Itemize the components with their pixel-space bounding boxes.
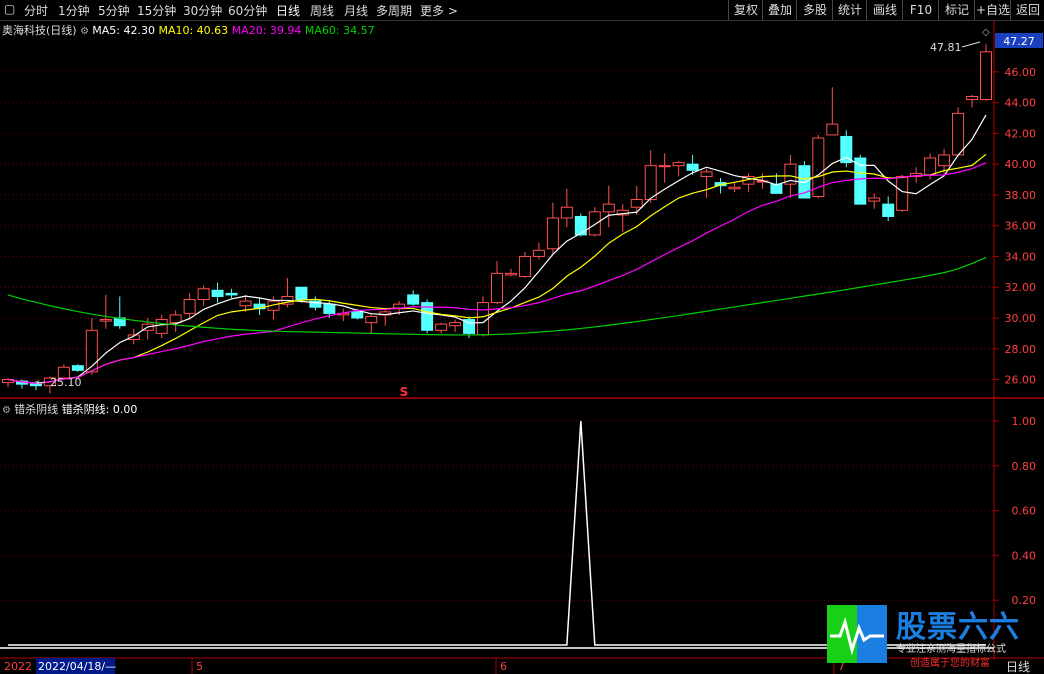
candle-up xyxy=(700,171,713,177)
watermark-line2: 创造属于您的财富 xyxy=(910,658,990,669)
candle-up xyxy=(602,203,615,213)
watermark-logo: 股票六六 专业注亲测海量指标公式 创造属于您的财富 xyxy=(826,604,1044,669)
price-tag-label: 47.27 xyxy=(1003,35,1035,48)
candle-up xyxy=(728,186,741,190)
price-tick-label: 28.00 xyxy=(1005,343,1037,356)
date-label: 6 xyxy=(500,660,507,673)
candle-down xyxy=(295,286,308,301)
price-tick-label: 34.00 xyxy=(1005,250,1037,263)
candle-up xyxy=(826,123,839,136)
candle-up xyxy=(197,288,210,301)
kline-chart[interactable]: 46.00 44.00 42.00 40.00 38.00 36.00 34.00 32.00… xyxy=(0,0,1044,674)
logo-icon xyxy=(827,605,887,663)
candle-up xyxy=(491,272,503,304)
candle-up xyxy=(183,299,196,314)
candle-up xyxy=(980,51,992,101)
candle-up xyxy=(560,206,573,219)
candle-up xyxy=(630,199,643,208)
price-tick-label: 26.00 xyxy=(1005,374,1037,387)
candle-up xyxy=(952,112,965,156)
candle-down xyxy=(351,311,364,319)
price-tick-label: 32.00 xyxy=(1005,281,1037,294)
candle-up xyxy=(99,319,112,322)
candle-down xyxy=(882,203,895,217)
price-tick-label: 40.00 xyxy=(1005,158,1037,171)
candle-down xyxy=(323,303,336,314)
price-tick-label: 30.00 xyxy=(1005,312,1037,325)
candle-up xyxy=(504,272,517,276)
watermark-line1: 专业注亲测海量指标公式 xyxy=(896,644,1006,655)
candle-up xyxy=(644,165,657,201)
candle-down xyxy=(686,163,699,171)
candle-down xyxy=(211,289,224,297)
candle-up xyxy=(868,197,881,202)
candle-up xyxy=(239,300,252,307)
candle-up xyxy=(155,319,168,334)
low-price-label: 25.10 xyxy=(50,376,82,389)
price-tick-label: 42.00 xyxy=(1005,127,1037,140)
signal-marker: S xyxy=(400,385,409,399)
candle-up xyxy=(532,249,545,257)
price-tick-label: 44.00 xyxy=(1005,97,1037,110)
candle-up xyxy=(658,165,671,168)
candle-up xyxy=(924,157,937,176)
candle-up xyxy=(169,314,182,324)
date-label: 2022 xyxy=(4,660,32,673)
low-arrow: ← xyxy=(36,376,45,389)
candle-up xyxy=(896,175,909,211)
candle-up xyxy=(365,315,378,324)
indicator-tick-label: 1.00 xyxy=(1012,415,1037,428)
high-price-label: 47.81 xyxy=(930,41,962,54)
price-tick-label: 46.00 xyxy=(1005,66,1037,79)
candle-down xyxy=(574,215,587,236)
high-arrow xyxy=(961,41,981,48)
candle-up xyxy=(672,162,685,167)
candle-up xyxy=(449,322,462,327)
candle-up xyxy=(966,95,979,101)
ma5-line xyxy=(7,114,987,384)
indicator-tick-label: 0.40 xyxy=(1012,549,1037,562)
candle-up xyxy=(518,255,531,277)
candle-down xyxy=(770,183,783,194)
date-label: 2022/04/18/— xyxy=(38,660,116,673)
date-label: 5 xyxy=(196,660,203,673)
candle-up xyxy=(546,217,559,250)
candle-up xyxy=(435,323,448,331)
indicator-tick-label: 0.80 xyxy=(1012,460,1037,473)
diamond-icon: ◇ xyxy=(982,27,990,38)
price-tick-label: 38.00 xyxy=(1005,189,1037,202)
candle-up xyxy=(588,211,601,236)
indicator-tick-label: 0.60 xyxy=(1012,505,1037,518)
candle-down xyxy=(71,365,84,371)
price-tick-label: 36.00 xyxy=(1005,220,1037,233)
candle-down xyxy=(407,294,420,305)
candle-down xyxy=(225,292,238,296)
candle-up xyxy=(938,154,951,167)
